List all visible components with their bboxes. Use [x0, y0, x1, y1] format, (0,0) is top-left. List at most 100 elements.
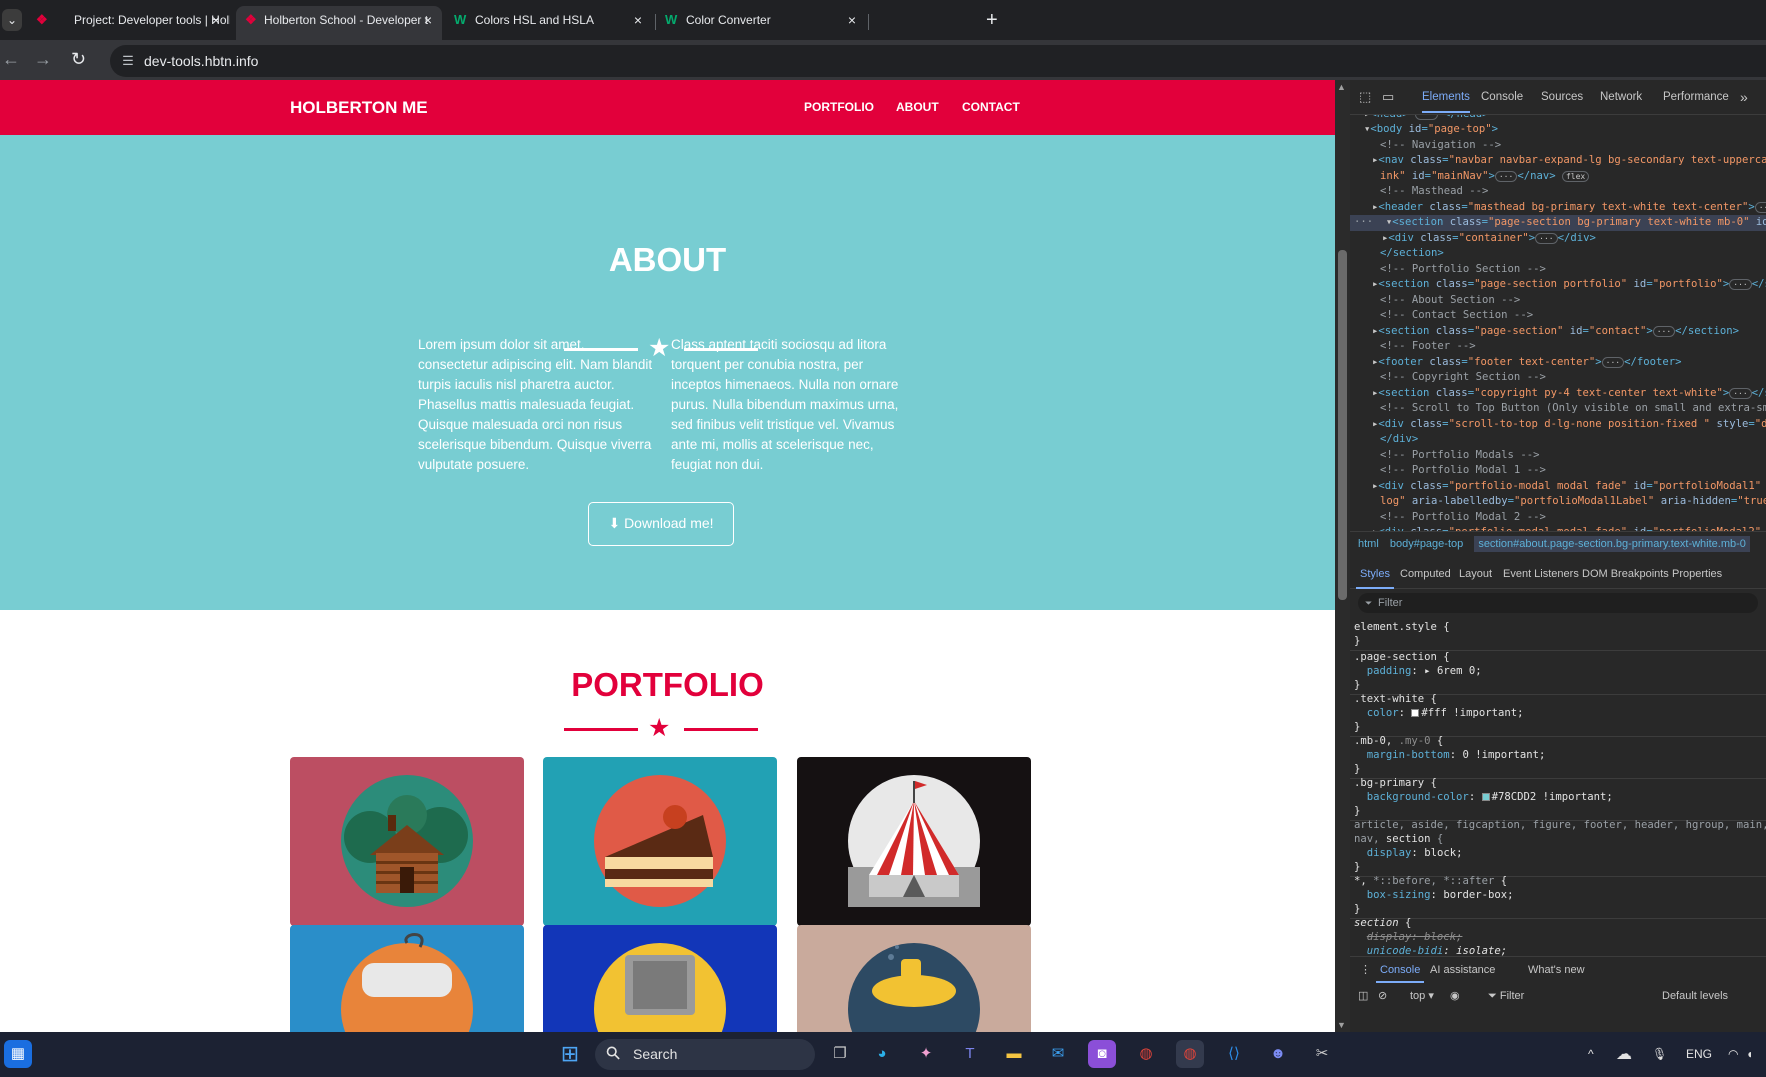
style-rule-user-agent[interactable]: section { display: block; unicode-bidi: …: [1350, 914, 1766, 956]
portfolio-item-safe[interactable]: [543, 925, 777, 1032]
discord-icon[interactable]: ☻: [1264, 1040, 1292, 1068]
dom-comment[interactable]: <!-- Portfolio Modal 1 -->: [1380, 463, 1546, 479]
forward-arrow-icon[interactable]: →: [34, 48, 52, 70]
browser-tab-3[interactable]: W Colors HSL and HSLA ×: [448, 6, 652, 40]
style-rule[interactable]: element.style { }: [1350, 618, 1766, 651]
portfolio-item-circus[interactable]: [797, 757, 1031, 926]
drawer-tab-console[interactable]: Console: [1375, 957, 1425, 983]
microphone-icon[interactable]: 🎙: [1652, 1032, 1667, 1077]
site-brand[interactable]: HOLBERTON ME: [290, 80, 428, 135]
address-bar[interactable]: ☰ dev-tools.hbtn.info: [110, 45, 1766, 77]
widgets-icon[interactable]: ▦: [4, 1040, 32, 1068]
dom-node[interactable]: ▸<div class="container"> ··· </div>: [1382, 231, 1596, 247]
browser-tab-4[interactable]: W Color Converter ×: [660, 6, 866, 40]
console-filter-input[interactable]: ⏷ Filter: [1488, 985, 1524, 1007]
close-icon[interactable]: ×: [212, 6, 220, 34]
drawer-menu-icon[interactable]: ⋮: [1360, 957, 1371, 983]
close-icon[interactable]: ×: [848, 6, 856, 34]
new-tab-button[interactable]: +: [986, 6, 998, 34]
tab-console[interactable]: Console: [1481, 80, 1523, 115]
teams-icon[interactable]: T: [956, 1040, 984, 1068]
vscode-icon[interactable]: ⟨⟩: [1220, 1040, 1248, 1068]
volume-icon[interactable]: ◖: [1746, 1032, 1753, 1077]
close-icon[interactable]: ×: [634, 6, 642, 34]
dom-comment[interactable]: <!-- Portfolio Modal 2 -->: [1380, 510, 1546, 526]
portfolio-item-game-controller[interactable]: [290, 925, 524, 1032]
tab-properties[interactable]: Properties: [1672, 561, 1722, 587]
taskbar-search[interactable]: Search: [595, 1039, 815, 1070]
cloud-icon[interactable]: ☁: [1616, 1032, 1632, 1077]
device-toolbar-icon[interactable]: ▭: [1382, 89, 1394, 105]
tab-sources[interactable]: Sources: [1541, 80, 1583, 115]
nav-link-contact[interactable]: CONTACT: [962, 80, 1020, 135]
dom-node[interactable]: ▸<section class="copyright py-4 text-cen…: [1372, 386, 1766, 402]
dom-node[interactable]: </section>: [1380, 246, 1444, 262]
drawer-tab-whats-new[interactable]: What's new: [1528, 957, 1585, 983]
tab-performance[interactable]: Performance: [1663, 80, 1729, 115]
dom-node[interactable]: ink" id="mainNav"> ··· </nav> flex: [1380, 169, 1590, 185]
portfolio-item-cabin[interactable]: [290, 757, 524, 926]
dom-comment[interactable]: <!-- Masthead -->: [1380, 184, 1488, 200]
dom-comment[interactable]: <!-- Contact Section -->: [1380, 308, 1533, 324]
back-arrow-icon[interactable]: ←: [2, 48, 20, 70]
site-info-icon[interactable]: ☰: [118, 51, 138, 71]
sidebar-toggle-icon[interactable]: ◫: [1358, 985, 1368, 1007]
style-rule[interactable]: .page-section { padding: ▸ 6rem 0; }: [1350, 648, 1766, 695]
edge-icon[interactable]: ◕: [868, 1040, 896, 1068]
dom-node[interactable]: ▸<header class="masthead bg-primary text…: [1372, 200, 1766, 216]
style-rule[interactable]: article, aside, figcaption, figure, foot…: [1350, 816, 1766, 877]
scrollbar-thumb[interactable]: [1338, 250, 1347, 600]
styles-filter-input[interactable]: Filter: [1358, 593, 1758, 613]
nav-link-about[interactable]: ABOUT: [896, 80, 939, 135]
log-levels-dropdown[interactable]: Default levels: [1662, 985, 1728, 1007]
drawer-tab-ai-assistance[interactable]: AI assistance: [1430, 957, 1495, 983]
reload-icon[interactable]: ↻: [71, 48, 86, 70]
dom-node[interactable]: ▸<section class="page-section" id="conta…: [1372, 324, 1739, 340]
url-text[interactable]: dev-tools.hbtn.info: [144, 45, 258, 77]
tab-dom-breakpoints[interactable]: DOM Breakpoints: [1582, 561, 1669, 587]
tab-event-listeners[interactable]: Event Listeners: [1503, 561, 1579, 587]
inspect-element-icon[interactable]: ⬚: [1359, 89, 1371, 105]
style-rule[interactable]: .mb-0, .my-0 { margin-bottom: 0 !importa…: [1350, 732, 1766, 779]
dom-comment[interactable]: <!-- Copyright Section -->: [1380, 370, 1546, 386]
chrome-profile-icon[interactable]: ◍: [1176, 1040, 1204, 1068]
dom-node[interactable]: ▸<section class="page-section portfolio"…: [1372, 277, 1766, 293]
browser-tab-1[interactable]: ❖ Project: Developer tools | Holbe ×: [22, 6, 230, 40]
dom-comment[interactable]: <!-- About Section -->: [1380, 293, 1520, 309]
wifi-icon[interactable]: ◠: [1728, 1032, 1738, 1077]
dom-comment[interactable]: <!-- Navigation -->: [1380, 138, 1501, 154]
breadcrumb-item[interactable]: body#page-top: [1390, 538, 1463, 550]
dom-comment[interactable]: <!-- Footer -->: [1380, 339, 1476, 355]
eye-icon[interactable]: ◉: [1450, 985, 1460, 1007]
chrome-icon[interactable]: ◍: [1132, 1040, 1160, 1068]
style-rule[interactable]: *, *::before, *::after { box-sizing: bor…: [1350, 872, 1766, 919]
tab-layout[interactable]: Layout: [1459, 561, 1492, 587]
dom-node[interactable]: log" aria-labelledby="portfolioModal1Lab…: [1380, 494, 1766, 510]
language-indicator[interactable]: ENG: [1686, 1032, 1712, 1077]
dom-node[interactable]: ▸<div class="portfolio-modal modal fade"…: [1372, 479, 1766, 495]
tab-elements[interactable]: Elements: [1422, 80, 1470, 115]
style-rule[interactable]: .bg-primary { background-color: #78CDD2 …: [1350, 774, 1766, 821]
dom-node[interactable]: ▸<nav class="navbar navbar-expand-lg bg-…: [1372, 153, 1766, 169]
portfolio-item-submarine[interactable]: [797, 925, 1031, 1032]
clear-console-icon[interactable]: ⊘: [1378, 985, 1387, 1007]
dom-node[interactable]: ▸<footer class="footer text-center"> ··· <…: [1372, 355, 1682, 371]
dom-comment[interactable]: <!-- Portfolio Modals -->: [1380, 448, 1539, 464]
tab-search-dropdown[interactable]: ⌄: [2, 9, 22, 31]
windows-start-icon[interactable]: ⊞: [556, 1040, 584, 1068]
scroll-down-icon[interactable]: ▼: [1337, 1020, 1346, 1030]
chevron-up-icon[interactable]: ^: [1588, 1032, 1594, 1077]
mail-icon[interactable]: ✉: [1044, 1040, 1072, 1068]
tab-computed[interactable]: Computed: [1400, 561, 1451, 587]
breadcrumb-item-current[interactable]: section#about.page-section.bg-primary.te…: [1474, 536, 1750, 552]
style-rule[interactable]: .text-white { color: #fff !important; }: [1350, 690, 1766, 737]
dom-comment[interactable]: <!-- Scroll to Top Button (Only visible …: [1380, 401, 1766, 417]
snipping-tool-icon[interactable]: ✂: [1308, 1040, 1336, 1068]
dom-node[interactable]: ▾<body id="page-top">: [1364, 122, 1498, 138]
more-tabs-icon[interactable]: »: [1740, 80, 1748, 115]
browser-tab-2[interactable]: ❖ Holberton School - Developer t ×: [236, 6, 442, 40]
nav-link-portfolio[interactable]: PORTFOLIO: [804, 80, 874, 135]
close-icon[interactable]: ×: [424, 6, 432, 34]
tab-styles[interactable]: Styles: [1356, 561, 1394, 589]
file-explorer-icon[interactable]: ▬: [1000, 1040, 1028, 1068]
